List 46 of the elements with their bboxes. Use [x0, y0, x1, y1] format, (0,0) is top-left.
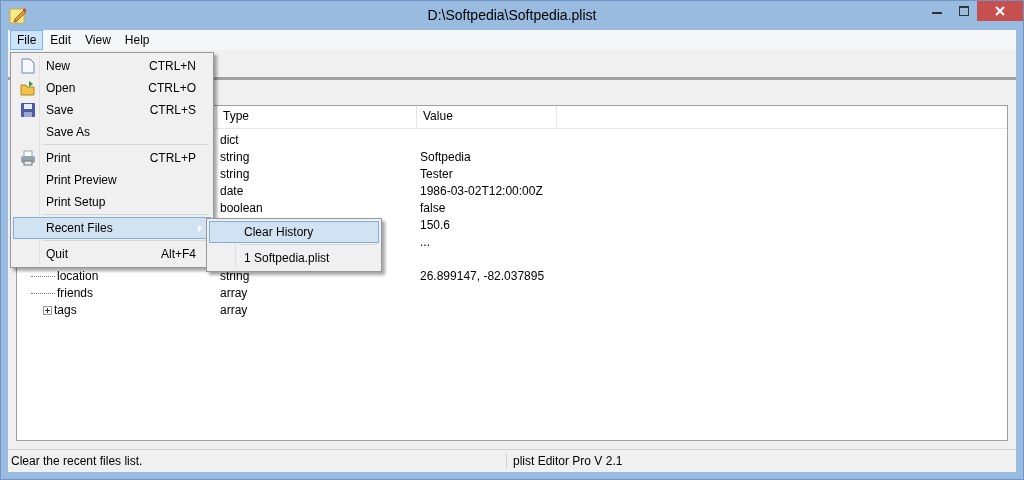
menu-item[interactable]: Open CTRL+O [13, 77, 211, 99]
menu-item[interactable]: Print CTRL+P [13, 147, 211, 169]
column-header[interactable]: Type [217, 106, 417, 128]
submenu-arrow-icon [198, 224, 202, 232]
value-cell: false [420, 201, 446, 215]
window-title: D:\Softpedia\Softpedia.plist [426, 7, 598, 23]
menu-item[interactable]: Recent Files [13, 217, 211, 239]
key-cell: friends [57, 285, 94, 302]
type-cell: boolean [220, 201, 263, 215]
value-cell: Softpedia [420, 150, 471, 164]
menu-title[interactable]: File [10, 30, 44, 50]
printer-icon [20, 150, 36, 166]
version-label: plist Editor Pro V 2.1 [512, 454, 623, 468]
close-icon [995, 6, 1005, 16]
value-cell: 1986-03-02T12:00:00Z [420, 184, 543, 198]
menu-item[interactable]: New CTRL+N [13, 55, 211, 77]
page-icon [21, 58, 35, 74]
expand-icon[interactable] [43, 306, 52, 315]
menu-title[interactable]: Help [117, 30, 157, 50]
notepad-icon [9, 6, 27, 25]
type-cell: string [220, 150, 250, 164]
value-cell: ... [420, 235, 430, 249]
menu-item[interactable]: Print Setup [13, 191, 211, 213]
menu-item[interactable]: Clear History [209, 221, 379, 243]
menu-item[interactable]: Save As [13, 121, 211, 143]
value-cell: 150.6 [420, 218, 451, 232]
type-cell: string [220, 167, 250, 181]
type-cell: string [220, 269, 250, 283]
close-button[interactable] [977, 1, 1023, 21]
menu-item[interactable]: Print Preview [13, 169, 211, 191]
menu-item[interactable]: 1 Softpedia.plist [209, 247, 379, 269]
maximize-icon [958, 6, 969, 16]
key-cell: tags [54, 302, 77, 319]
type-cell: date [220, 184, 244, 198]
type-cell: dict [220, 133, 239, 147]
type-cell: array [220, 303, 248, 317]
column-header[interactable]: Value [417, 106, 557, 128]
type-cell: array [220, 286, 248, 300]
menu-title[interactable]: Edit [43, 30, 79, 50]
menu-item[interactable]: Save CTRL+S [13, 99, 211, 121]
menu-title[interactable]: View [78, 30, 118, 50]
key-cell: location [57, 268, 99, 285]
value-cell: 26.899147, -82.037895 [420, 269, 545, 283]
folder-icon [20, 80, 36, 96]
value-cell: Tester [420, 167, 453, 181]
status-message: Clear the recent files list. [8, 454, 507, 468]
